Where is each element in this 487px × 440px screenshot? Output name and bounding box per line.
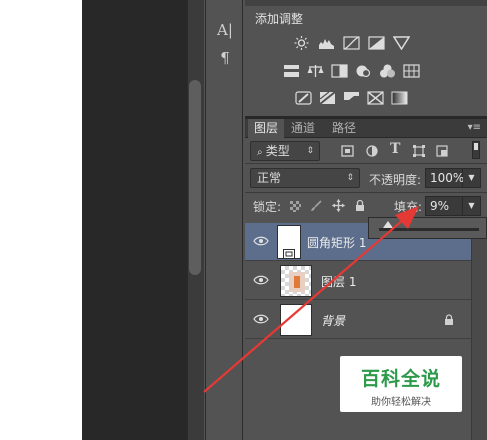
watermark-logo: 百科全说 助你轻松解决 [340, 356, 462, 412]
filter-toggle-switch[interactable] [472, 141, 480, 159]
lock-transparency-icon[interactable] [290, 201, 301, 212]
blend-mode-dropdown[interactable]: 正常 ⇕ [250, 168, 360, 188]
vibrance-icon[interactable] [393, 36, 410, 50]
filter-type-icon[interactable]: T [390, 141, 402, 157]
adjustments-title: 添加调整 [255, 12, 304, 26]
layer-name[interactable]: 圆角矩形 1 [307, 234, 366, 251]
filter-shape-icon[interactable] [413, 145, 425, 157]
photo-filter-icon[interactable] [355, 64, 372, 78]
blend-mode-value: 正常 [257, 171, 282, 185]
layer-filter-label: 类型 [265, 144, 290, 158]
opacity-input[interactable]: 100% [425, 168, 464, 188]
image-thumbnail-icon [289, 272, 305, 292]
paragraph-panel-icon[interactable]: ¶ [215, 48, 235, 68]
curves-icon[interactable] [343, 36, 360, 50]
lock-label: 锁定: [253, 200, 282, 214]
lock-move-icon[interactable] [332, 199, 345, 212]
brightness-contrast-icon[interactable] [293, 36, 310, 50]
gradient-map-icon[interactable] [391, 91, 408, 105]
fill-slider-popup[interactable] [368, 217, 487, 239]
lock-all-icon[interactable] [355, 199, 365, 212]
layer-name[interactable]: 图层 1 [321, 273, 356, 290]
fill-label: 填充: [394, 200, 423, 214]
lock-icon [445, 314, 453, 325]
layer-filter-dropdown[interactable]: ⌕ 类型 ⇕ [250, 141, 320, 161]
vector-mask-icon [283, 249, 295, 259]
filter-adjustment-icon[interactable] [366, 145, 378, 157]
eye-icon[interactable] [253, 274, 269, 286]
layer-thumbnail [280, 265, 312, 297]
fill-dropdown-arrow[interactable]: ▼ [463, 196, 481, 216]
exposure-icon[interactable] [368, 36, 385, 50]
threshold-icon[interactable] [343, 91, 360, 105]
updown-arrow-icon: ⇕ [346, 173, 354, 183]
character-panel-icon[interactable]: A| [215, 20, 235, 40]
opacity-dropdown-arrow[interactable]: ▼ [463, 168, 481, 188]
fill-slider-track[interactable] [379, 228, 479, 231]
panel-menu-icon[interactable]: ▾≡ [468, 122, 481, 133]
layer-thumbnail [280, 304, 312, 336]
filter-pixel-icon[interactable] [341, 145, 354, 157]
levels-icon[interactable] [318, 36, 335, 50]
hue-saturation-icon[interactable] [283, 64, 300, 78]
watermark-title: 百科全说 [360, 368, 441, 390]
layers-scrollbar[interactable] [471, 223, 487, 440]
row-separator [245, 192, 487, 193]
watermark-subtitle: 助你轻松解决 [371, 397, 431, 408]
color-lookup-icon[interactable] [403, 64, 420, 78]
selective-color-icon[interactable] [367, 91, 384, 105]
canvas-scroll-thumb[interactable] [189, 80, 201, 275]
fill-slider-knob[interactable] [383, 221, 393, 228]
row-separator [245, 163, 487, 164]
color-balance-icon[interactable] [307, 64, 324, 78]
tab-paths[interactable]: 路径 [326, 119, 362, 138]
adjustments-panel-header [245, 0, 487, 6]
layer-row-background[interactable]: 背景 [245, 301, 471, 339]
layer-row-layer1[interactable]: 图层 1 [245, 262, 471, 300]
eye-icon[interactable] [253, 313, 269, 325]
filter-smart-object-icon[interactable] [436, 145, 448, 157]
black-white-icon[interactable] [331, 64, 348, 78]
panel-dock-strip: A| ¶ [205, 0, 243, 440]
posterize-icon[interactable] [319, 91, 336, 105]
channel-mixer-icon[interactable] [379, 64, 396, 78]
layers-panel-tabs: 图层 通道 路径 ▾≡ [245, 119, 487, 138]
tab-layers[interactable]: 图层 [248, 119, 285, 138]
layer-name[interactable]: 背景 [321, 312, 345, 329]
document-canvas[interactable] [0, 0, 82, 440]
lock-brush-icon[interactable] [310, 200, 322, 212]
tab-channels[interactable]: 通道 [285, 119, 321, 138]
fill-input[interactable]: 9% [425, 196, 463, 216]
eye-icon[interactable] [253, 235, 269, 247]
search-icon: ⌕ [257, 147, 266, 158]
opacity-label: 不透明度: [369, 173, 422, 187]
invert-icon[interactable] [295, 91, 312, 105]
updown-arrow-icon: ⇕ [306, 146, 314, 156]
canvas-pasteboard [82, 0, 187, 440]
